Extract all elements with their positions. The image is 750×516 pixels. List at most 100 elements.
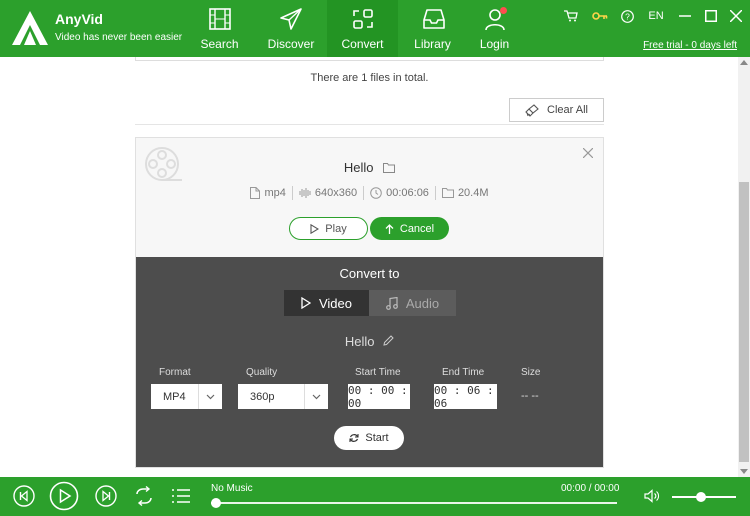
help-icon: ? <box>620 9 634 23</box>
tab-video-label: Video <box>318 295 352 311</box>
minimize-button[interactable] <box>677 8 693 24</box>
close-icon <box>730 10 742 22</box>
chevron-down-icon <box>198 384 222 409</box>
tab-discover[interactable]: Discover <box>255 0 327 57</box>
tab-video[interactable]: Video <box>284 290 369 316</box>
convert-panel: Convert to Video Audio Hello Format MP4 … <box>136 257 603 467</box>
playlist-icon <box>172 489 190 503</box>
convert-icon <box>353 9 373 29</box>
clear-all-button[interactable]: Clear All <box>509 98 604 122</box>
file-meta: mp4 640x360 00:06:06 20.4M <box>136 186 603 200</box>
anyvid-logo-icon <box>12 11 48 45</box>
progress-knob[interactable] <box>211 498 221 508</box>
file-card: Hello mp4 640x360 00:06:06 20.4M Play Ca… <box>135 137 604 468</box>
folder-icon[interactable] <box>383 162 396 173</box>
help-button[interactable]: ? <box>619 8 635 24</box>
tab-login-label: Login <box>479 37 510 51</box>
film-icon <box>209 8 231 30</box>
tab-library-label: Library <box>414 37 451 51</box>
notification-dot <box>500 7 507 14</box>
app-tagline: Video has never been easier <box>55 32 183 43</box>
arrow-up-icon <box>385 223 394 234</box>
play-pause-button[interactable] <box>49 481 79 511</box>
paper-plane-icon <box>280 8 302 30</box>
repeat-icon <box>136 486 152 506</box>
close-icon <box>582 147 594 159</box>
tab-audio-label: Audio <box>405 295 440 311</box>
remove-file-button[interactable] <box>582 146 594 161</box>
previous-card-edge <box>135 57 604 61</box>
start-time-label: Start Time <box>355 367 401 378</box>
cart-icon <box>564 10 578 22</box>
files-total-text: There are 1 files in total. <box>310 72 429 84</box>
meta-format: mp4 <box>244 187 291 199</box>
play-label: Play <box>325 222 347 235</box>
edit-pencil-icon[interactable] <box>383 335 394 346</box>
quality-select[interactable]: 360p <box>238 384 328 409</box>
tab-convert[interactable]: Convert <box>327 0 398 57</box>
file-name: Hello <box>343 160 374 175</box>
tab-login[interactable]: Login <box>459 0 530 57</box>
scroll-up-arrow-icon[interactable] <box>740 60 748 65</box>
quality-value: 360p <box>250 390 275 403</box>
skip-back-icon <box>13 485 35 507</box>
format-label: Format <box>159 367 191 378</box>
file-resolution: 640x360 <box>314 187 358 199</box>
tab-discover-label: Discover <box>267 37 315 51</box>
file-size: 20.4M <box>457 187 489 199</box>
progress-bar[interactable] <box>211 502 617 504</box>
music-note-icon <box>385 296 398 310</box>
play-icon <box>310 223 320 234</box>
music-player-bar: No Music 00:00 / 00:00 <box>0 477 750 516</box>
format-value: MP4 <box>163 390 186 403</box>
volume-knob[interactable] <box>695 492 706 502</box>
previous-track-button[interactable] <box>13 485 35 507</box>
quality-label: Quality <box>246 367 278 378</box>
start-label: Start <box>365 432 389 444</box>
play-circle-icon <box>49 481 79 511</box>
meta-size: 20.4M <box>436 187 495 199</box>
play-button[interactable]: Play <box>289 217 368 240</box>
format-select[interactable]: MP4 <box>151 384 222 409</box>
clock-icon <box>370 187 382 199</box>
file-icon <box>250 187 261 199</box>
clear-all-label: Clear All <box>547 104 588 116</box>
tab-search-label: Search <box>200 37 239 51</box>
volume-button[interactable] <box>643 488 660 504</box>
output-name: Hello <box>136 334 603 349</box>
key-button[interactable] <box>591 8 609 24</box>
scroll-thumb[interactable] <box>739 182 749 462</box>
start-time-input[interactable]: 00 : 00 : 00 <box>348 384 410 410</box>
maximize-button[interactable] <box>703 8 719 24</box>
file-title: Hello <box>136 160 603 175</box>
tab-library[interactable]: Library <box>398 0 467 57</box>
folder-icon <box>441 188 454 198</box>
size-value: -- -- <box>521 390 539 402</box>
output-name-text: Hello <box>344 334 375 349</box>
main-content: There are 1 files in total. Clear All He… <box>0 57 738 477</box>
free-trial-link[interactable]: Free trial - 0 days left <box>643 40 737 51</box>
playlist-button[interactable] <box>170 487 192 505</box>
tab-audio[interactable]: Audio <box>369 290 456 316</box>
resolution-icon <box>299 188 311 198</box>
tab-search[interactable]: Search <box>184 0 255 57</box>
end-time-input[interactable]: 00 : 06 : 06 <box>434 384 497 410</box>
repeat-button[interactable] <box>132 485 156 507</box>
app-header: AnyVid Video has never been easier Searc… <box>0 0 750 57</box>
meta-duration: 00:06:06 <box>364 187 435 199</box>
scroll-down-arrow-icon[interactable] <box>740 469 748 474</box>
refresh-icon <box>349 434 359 442</box>
cancel-label: Cancel <box>399 222 435 235</box>
cancel-button[interactable]: Cancel <box>370 217 449 240</box>
vertical-scrollbar[interactable] <box>738 57 750 477</box>
cart-button[interactable] <box>563 8 579 24</box>
size-label: Size <box>521 367 541 378</box>
speaker-icon <box>643 489 659 503</box>
tab-convert-label: Convert <box>341 37 384 51</box>
next-track-button[interactable] <box>95 485 117 507</box>
close-window-button[interactable] <box>728 8 744 24</box>
app-name: AnyVid <box>55 11 103 27</box>
file-duration: 00:06:06 <box>386 187 429 199</box>
language-button[interactable]: EN <box>645 8 667 24</box>
start-button[interactable]: Start <box>334 426 404 450</box>
